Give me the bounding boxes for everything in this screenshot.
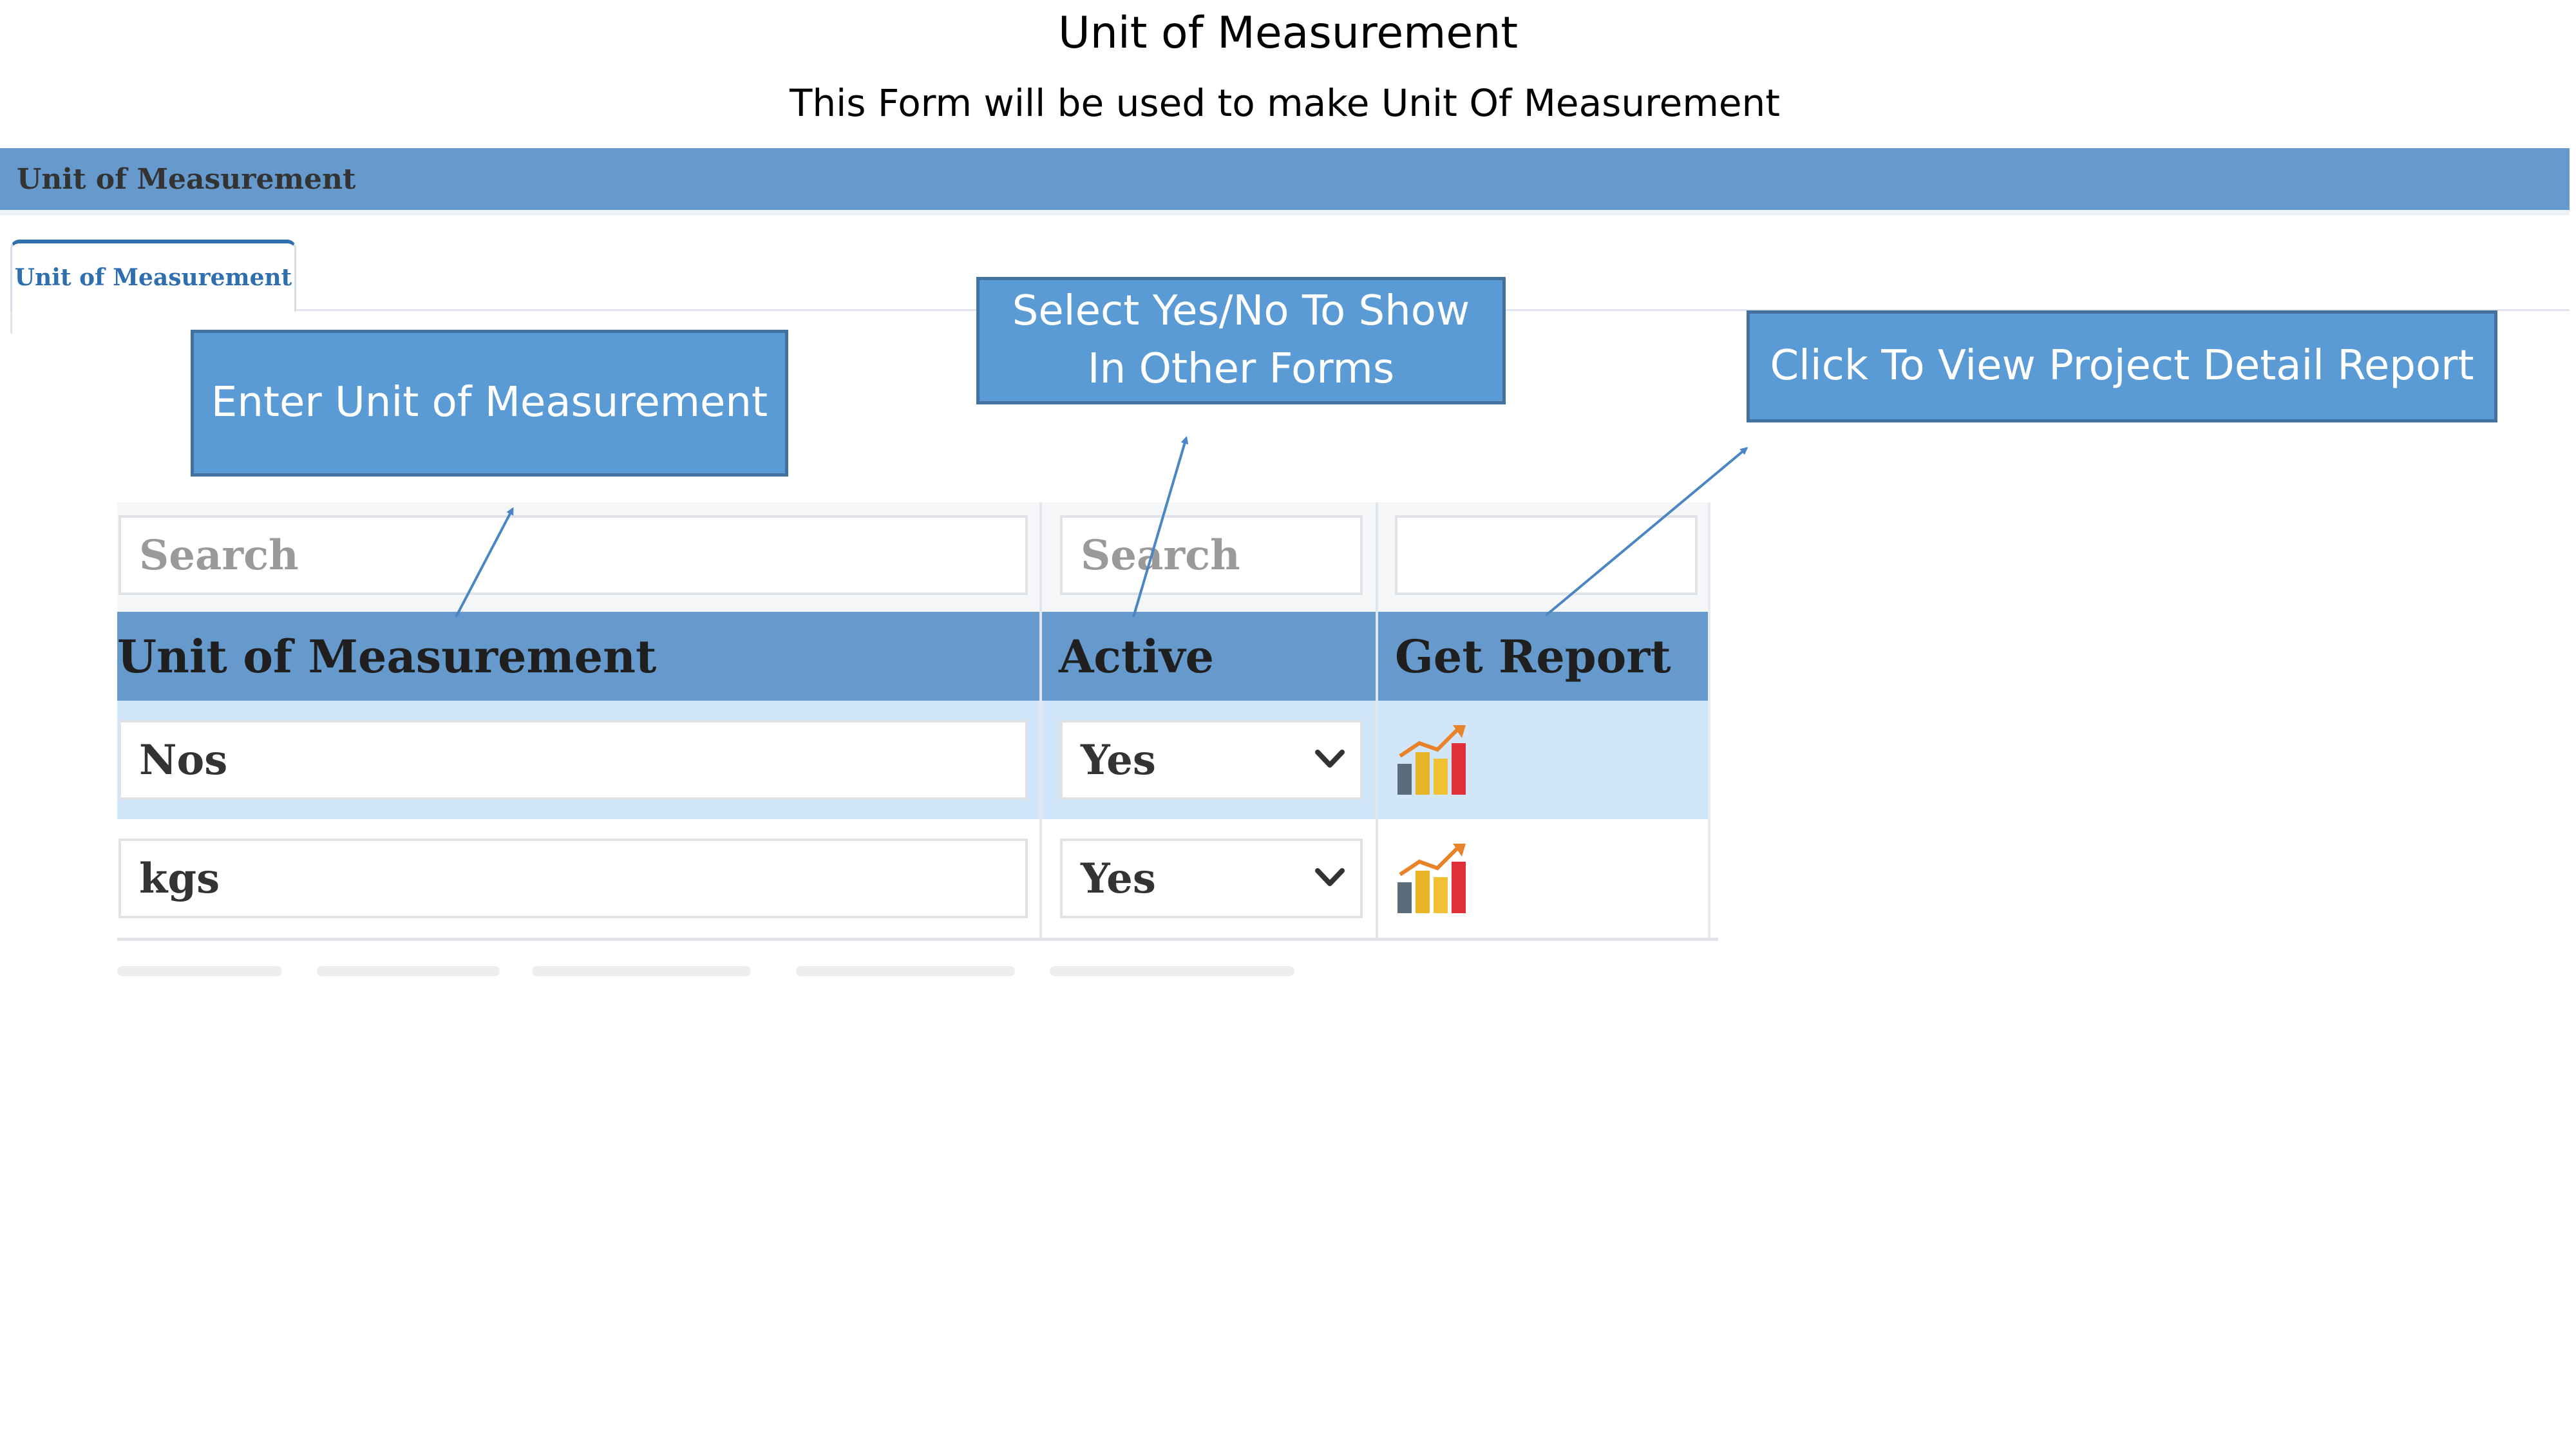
- arrow-to-report-callout: [1544, 447, 1748, 617]
- callout-arrows: [455, 436, 1748, 618]
- arrow-to-active-callout: [1132, 436, 1189, 618]
- arrow-to-unit-callout: [455, 507, 514, 618]
